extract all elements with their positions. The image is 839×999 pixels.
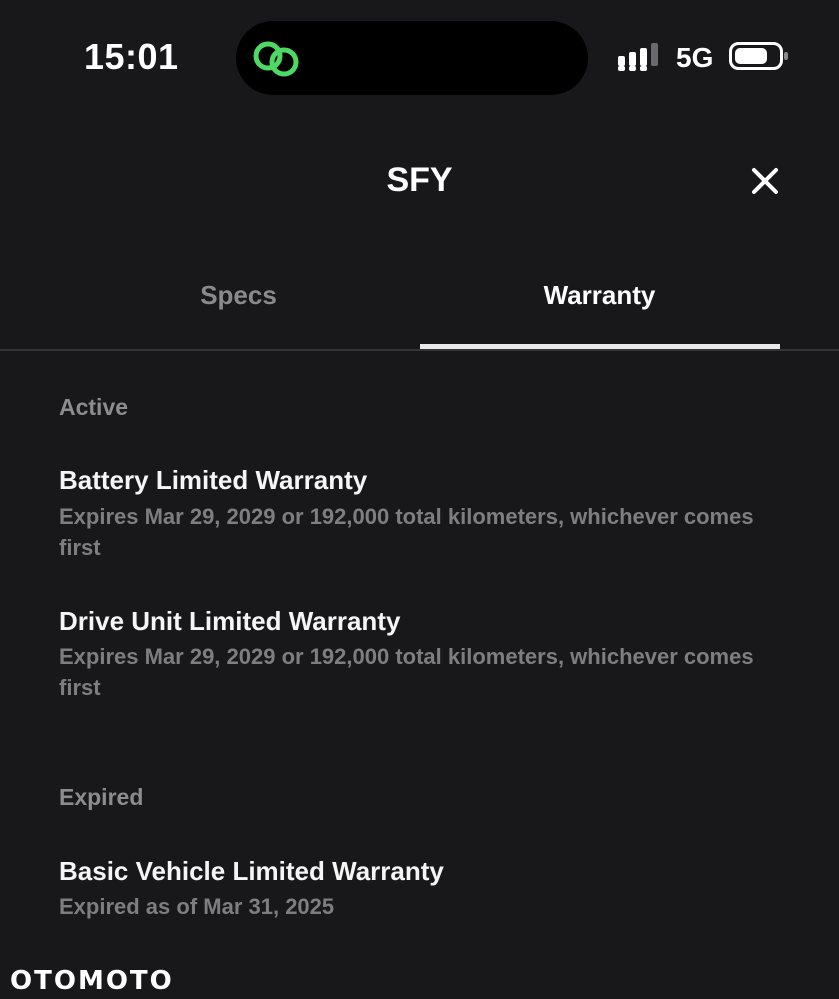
status-bar: 15:01 5G [0,0,839,115]
link-icon [253,41,299,77]
modal-header: SFY [0,115,839,245]
page-title: SFY [386,161,453,199]
status-time: 15:01 [84,36,179,77]
otomoto-watermark: OTOMOTO [10,966,174,996]
active-tab-indicator [420,344,780,349]
signal-icon [618,43,658,71]
tab-specs[interactable]: Specs [58,245,419,349]
section-label-expired: Expired [59,784,144,810]
close-icon[interactable] [743,159,787,203]
dynamic-island [236,21,588,95]
section-label-active: Active [59,394,129,420]
warranty-description: Expired as of Mar 31, 2025 [59,894,335,919]
warranty-title: Battery Limited Warranty [59,465,368,495]
warranty-description: Expires Mar 29, 2029 or 192,000 total ki… [59,504,754,560]
network-type: 5G [676,42,714,73]
tab-warranty[interactable]: Warranty [419,245,780,349]
tab-bar: Specs Warranty [0,245,839,351]
warranty-title: Basic Vehicle Limited Warranty [59,856,444,886]
battery-icon [729,42,788,70]
warranty-description: Expires Mar 29, 2029 or 192,000 total ki… [59,644,754,700]
warranty-title: Drive Unit Limited Warranty [59,606,401,636]
